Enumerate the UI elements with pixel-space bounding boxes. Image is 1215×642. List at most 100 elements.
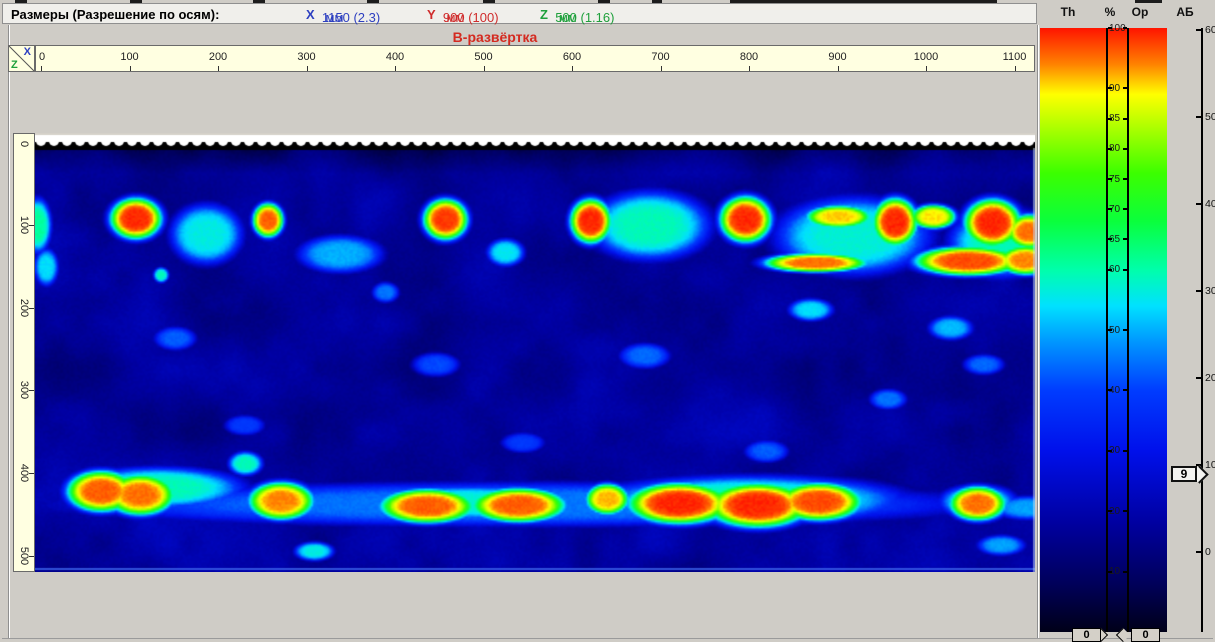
corner-x-label: X (24, 46, 31, 58)
x-axis-unit: мм (326, 10, 344, 25)
percent-scale-tick (1108, 27, 1112, 29)
x-tick (926, 66, 927, 71)
x-tick-label: 600 (563, 51, 581, 63)
x-tick-label: 0 (39, 51, 45, 63)
column-header-db: АБ (1170, 5, 1200, 19)
percent-scale-tick (1123, 269, 1127, 271)
y-axis-name: Y (427, 7, 436, 22)
percent-scale-tick (1123, 571, 1127, 573)
column-header-op: Op (1126, 5, 1154, 19)
x-tick (41, 66, 42, 71)
percent-scale-tick (1108, 87, 1112, 89)
colorbar-divider-right (1127, 28, 1129, 632)
percent-scale-tick (1123, 510, 1127, 512)
x-tick-label: 800 (740, 51, 758, 63)
percent-scale-tick (1108, 269, 1112, 271)
axis-corner-box: X Z (8, 45, 35, 72)
panel-left-border-hl (9, 25, 10, 638)
x-tick (484, 66, 485, 71)
x-tick (749, 66, 750, 71)
z-tick (29, 390, 34, 391)
x-tick (395, 66, 396, 71)
x-tick (218, 66, 219, 71)
db-scale-label: 40 (1205, 198, 1215, 210)
db-scale-tick (1196, 290, 1202, 292)
db-scale-line (1201, 28, 1203, 632)
x-tick (572, 66, 573, 71)
x-tick (307, 66, 308, 71)
dimensions-header-bar: Размеры (Разрешение по осям): X 1150 (2.… (2, 3, 1037, 24)
db-scale-label: 20 (1205, 372, 1215, 384)
percent-scale-tick (1108, 118, 1112, 120)
x-tick (661, 66, 662, 71)
z-axis-info: Z 500 (1.16) мм (540, 7, 559, 22)
gain-marker[interactable]: 9 (1171, 466, 1197, 482)
db-scale-label: 50 (1205, 111, 1215, 123)
column-header-th: Th (1050, 5, 1086, 19)
x-tick-label: 400 (386, 51, 404, 63)
db-scale-label: 0 (1205, 546, 1211, 558)
db-scale-label: 30 (1205, 285, 1215, 297)
x-tick-label: 100 (120, 51, 138, 63)
z-ruler: 0100200300400500 (13, 133, 35, 572)
db-scale-tick (1196, 203, 1202, 205)
panel-separator-hl (1038, 25, 1039, 638)
percent-scale-tick (1108, 329, 1112, 331)
x-tick (130, 66, 131, 71)
db-scale-label: 10 (1205, 459, 1215, 471)
z-tick (29, 473, 34, 474)
amplitude-colorbar (1040, 28, 1167, 632)
percent-scale-tick (1123, 329, 1127, 331)
y-axis-unit: мм (447, 10, 465, 25)
percent-scale-tick (1123, 87, 1127, 89)
z-tick (29, 225, 34, 226)
x-tick-label: 1100 (1003, 51, 1027, 63)
percent-scale-tick (1123, 389, 1127, 391)
percent-scale-tick (1108, 571, 1112, 573)
z-tick (29, 308, 34, 309)
db-scale-label: 60 (1205, 24, 1215, 36)
th-slider[interactable]: 0 (1072, 628, 1101, 642)
z-axis-unit: мм (559, 10, 577, 25)
percent-scale-tick (1108, 238, 1112, 240)
panel-bottom-border (2, 638, 1213, 639)
bscan-title: В-развёртка (35, 29, 955, 45)
x-tick (1015, 66, 1016, 71)
x-axis-info: X 1150 (2.3) мм (306, 7, 326, 22)
corner-z-label: Z (11, 59, 18, 71)
percent-scale-tick (1123, 178, 1127, 180)
percent-scale-tick (1123, 450, 1127, 452)
x-tick-label: 500 (474, 51, 492, 63)
z-tick-label: 0 (18, 141, 30, 147)
x-tick-label: 300 (297, 51, 315, 63)
dimensions-title: Размеры (Разрешение по осям): (11, 7, 219, 22)
x-tick-label: 700 (651, 51, 669, 63)
percent-scale-tick (1123, 208, 1127, 210)
x-ruler: 0 100 200 300 400 500 600 700 800 900 1000 1100 (35, 45, 1035, 72)
percent-scale-tick (1108, 148, 1112, 150)
percent-scale-tick (1108, 510, 1112, 512)
z-axis-name: Z (540, 7, 548, 22)
x-axis-name: X (306, 7, 315, 22)
column-header-percent: % (1098, 5, 1122, 19)
db-scale-tick (1196, 29, 1202, 31)
op-slider[interactable]: 0 (1131, 628, 1160, 642)
percent-scale-tick (1123, 238, 1127, 240)
x-tick (838, 66, 839, 71)
db-scale-tick (1196, 551, 1202, 553)
x-tick-label: 1000 (914, 51, 938, 63)
x-tick-label: 900 (828, 51, 846, 63)
percent-scale-tick (1108, 208, 1112, 210)
bscan-heatmap[interactable] (35, 133, 1035, 572)
percent-scale-tick (1108, 178, 1112, 180)
percent-scale-tick (1108, 389, 1112, 391)
db-scale-tick (1196, 116, 1202, 118)
percent-scale-tick (1123, 118, 1127, 120)
y-axis-info: Y 900 (100) мм (427, 7, 447, 22)
z-tick (29, 556, 34, 557)
app-window: Размеры (Разрешение по осям): X 1150 (2.… (0, 0, 1215, 642)
percent-scale-tick (1108, 450, 1112, 452)
percent-scale-tick (1123, 27, 1127, 29)
percent-scale-tick (1123, 148, 1127, 150)
x-tick-label: 200 (209, 51, 227, 63)
